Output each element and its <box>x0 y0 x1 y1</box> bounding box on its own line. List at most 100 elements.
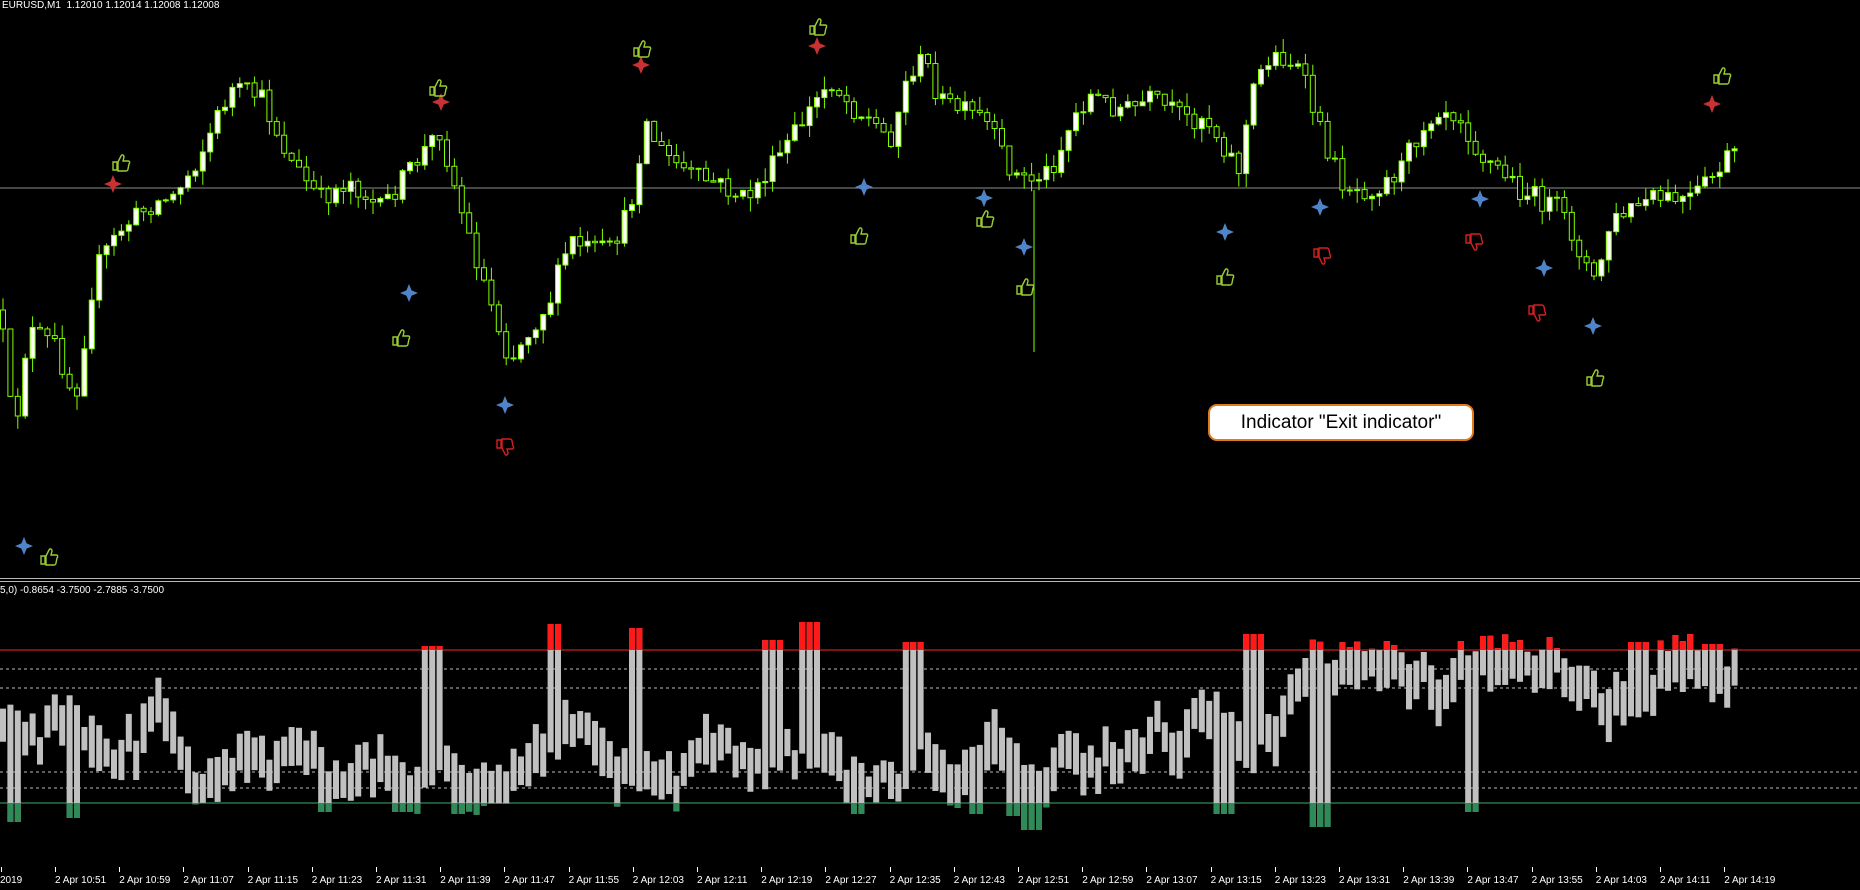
overbought-bar <box>1635 642 1642 650</box>
indicator-bar <box>1620 681 1627 726</box>
indicator-bar <box>1213 691 1220 814</box>
indicator-bar <box>1450 658 1457 703</box>
time-axis-label: 2 Apr 11:15 <box>247 875 299 886</box>
candle-body <box>296 159 302 168</box>
indicator-bar <box>769 640 776 768</box>
candle-body <box>51 335 58 339</box>
four-point-star-icon <box>496 396 514 414</box>
candle-body <box>288 152 295 161</box>
indicator-bar <box>222 749 228 786</box>
candle-body <box>1243 124 1250 175</box>
candle-body <box>1132 101 1139 107</box>
indicator-bar <box>133 740 140 780</box>
indicator-bar <box>1050 747 1057 792</box>
thumbs-down-icon <box>496 438 515 456</box>
candle-body <box>888 131 894 147</box>
time-axis-tick <box>1146 867 1148 872</box>
exit-indicator-panel[interactable] <box>0 582 1860 865</box>
candle-body <box>1376 193 1383 197</box>
indicator-bar <box>1346 647 1353 685</box>
overbought-bar <box>636 628 643 650</box>
oversold-bar <box>614 803 621 807</box>
overbought-bar <box>555 624 561 650</box>
candle-body <box>1050 165 1057 173</box>
candle-body <box>14 395 21 417</box>
candle-body <box>1198 117 1205 130</box>
overbought-bar <box>1339 642 1346 650</box>
indicator-bar <box>1265 713 1272 753</box>
candle-body <box>207 132 214 153</box>
candle-body <box>1028 174 1035 182</box>
indicator-bar <box>651 761 658 796</box>
indicator-bar <box>621 748 628 784</box>
time-axis-tick <box>697 867 698 872</box>
candle-body <box>1013 172 1020 176</box>
indicator-bar <box>1287 674 1294 715</box>
candle-body <box>199 151 206 172</box>
indicator-bar <box>1376 650 1383 692</box>
indicator-bar <box>1361 651 1368 681</box>
overbought-bar <box>436 646 443 650</box>
indicator-bar <box>1568 666 1575 702</box>
indicator-bar <box>1420 651 1427 682</box>
candle-body <box>1295 63 1301 67</box>
time-axis-label: 2 Apr 11:47 <box>504 875 555 886</box>
candle-body <box>1561 197 1568 213</box>
indicator-canvas[interactable] <box>0 582 1860 865</box>
time-axis-label: 2 Apr 12:59 <box>1082 875 1134 886</box>
indicator-bar <box>1058 733 1065 768</box>
overbought-bar <box>1258 634 1264 650</box>
candle-body <box>680 162 687 169</box>
time-axis-tick <box>1595 867 1597 872</box>
oversold-bar <box>1309 803 1316 827</box>
indicator-bar <box>1702 644 1708 687</box>
candle-body <box>1036 179 1042 182</box>
indicator-bar <box>229 757 236 792</box>
candle-body <box>1716 171 1723 178</box>
thumbs-down-icon <box>1528 304 1547 322</box>
symbol-info: EURUSD,M1 1.12010 1.12014 1.12008 1.1200… <box>2 0 220 11</box>
indicator-bar <box>1110 742 1116 785</box>
candle-body <box>1620 213 1627 218</box>
indicator-bar <box>777 640 783 771</box>
overbought-bar <box>1354 641 1361 650</box>
indicator-bar <box>74 705 80 818</box>
overbought-bar <box>1509 642 1516 650</box>
overbought-bar <box>1502 634 1509 650</box>
candle-body <box>333 188 339 204</box>
candle-body <box>629 204 635 211</box>
indicator-bar <box>44 705 51 738</box>
oversold-bar <box>392 803 399 812</box>
oversold-bar <box>858 803 865 814</box>
candle-body <box>1117 106 1124 117</box>
oversold-bar <box>1228 803 1235 814</box>
time-axis-tick <box>953 867 955 872</box>
price-chart-canvas[interactable] <box>0 0 1860 578</box>
time-axis-label: 2 Apr 13:31 <box>1339 875 1391 886</box>
overbought-bar <box>910 642 917 650</box>
candle-body <box>244 82 251 85</box>
indicator-bar <box>784 728 791 757</box>
oversold-bar <box>473 803 480 815</box>
overbought-bar <box>1702 644 1708 650</box>
time-axis-tick <box>1531 867 1533 872</box>
price-chart[interactable]: EURUSD,M1 1.12010 1.12014 1.12008 1.1200… <box>0 0 1860 578</box>
time-axis-label: 2 Apr 13:15 <box>1210 875 1262 886</box>
indicator-values: 5,0) -0.8654 -3.7500 -2.7885 -3.7500 <box>0 585 165 596</box>
candle-body <box>88 299 95 350</box>
oversold-bar <box>481 803 487 806</box>
candle-body <box>873 117 880 124</box>
indicator-bar <box>1043 767 1050 808</box>
candle-body <box>547 302 554 316</box>
indicator-bar <box>1539 649 1546 689</box>
candle-body <box>1213 126 1220 139</box>
time-axis-tick <box>1082 867 1084 872</box>
indicator-bar <box>577 711 584 739</box>
candle-body <box>673 155 680 164</box>
four-point-star-icon <box>1535 259 1553 277</box>
indicator-bar <box>1243 634 1250 768</box>
indicator-bar <box>66 695 73 818</box>
four-point-star-icon <box>15 537 33 555</box>
indicator-bar <box>532 724 539 774</box>
indicator-bar <box>170 711 177 754</box>
